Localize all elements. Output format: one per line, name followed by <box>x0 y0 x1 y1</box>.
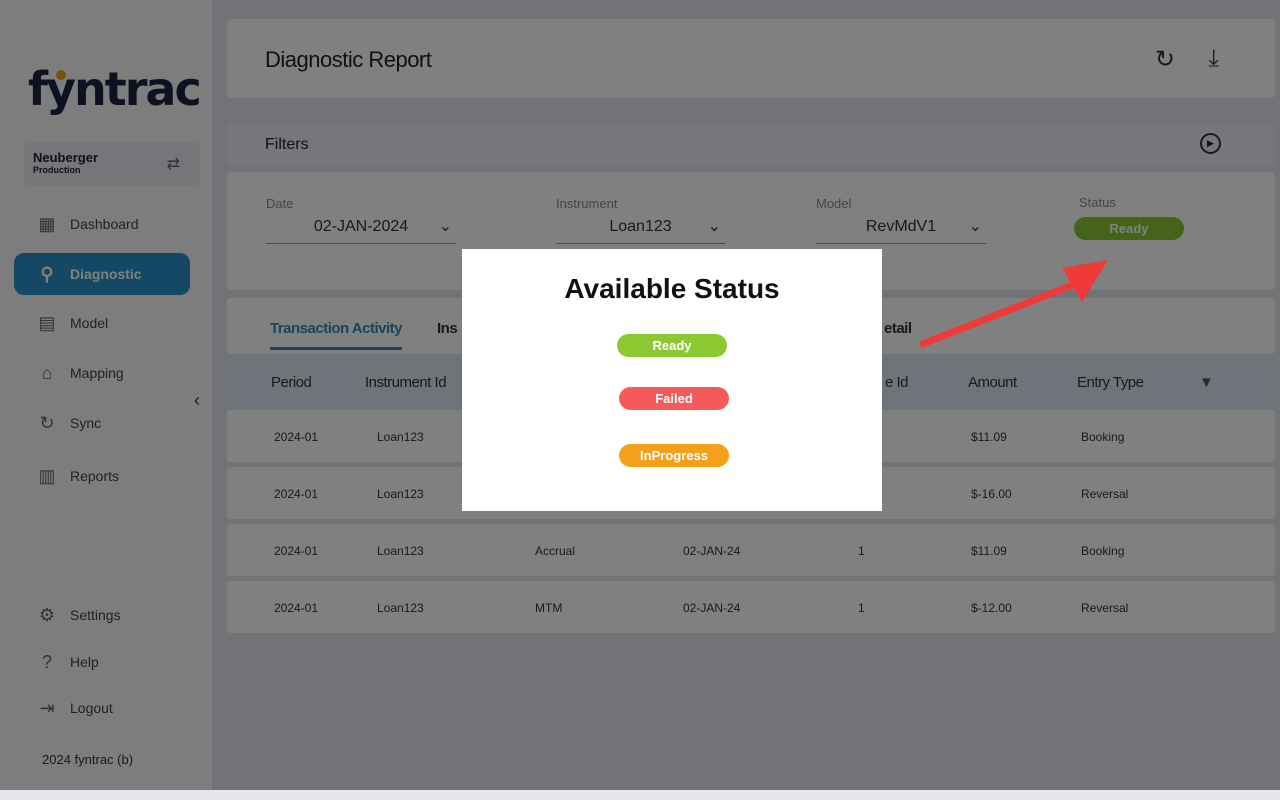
sidebar-item-logout[interactable]: ⇥ Logout <box>14 687 190 729</box>
cell-entry: Reversal <box>1081 601 1129 615</box>
cell-instrument: Loan123 <box>377 601 424 615</box>
cell-instrument: Loan123 <box>377 430 424 444</box>
refresh-icon[interactable]: ↻ <box>1155 45 1175 74</box>
cell-id: 1 <box>858 544 865 558</box>
cell-amount: $11.09 <box>971 544 1007 558</box>
status-badge: Ready <box>1074 217 1184 240</box>
nav-label: Settings <box>70 607 121 623</box>
cell-id: 1 <box>858 601 865 615</box>
nav-label: Dashboard <box>70 216 139 232</box>
cell-instrument: Loan123 <box>377 544 424 558</box>
grid-icon: ▦ <box>38 213 56 234</box>
cell-period: 2024-01 <box>274 487 319 501</box>
status-legend-modal: Available Status Ready Failed InProgress <box>462 249 882 511</box>
tab-detail[interactable]: etail <box>884 320 912 337</box>
sidebar-item-model[interactable]: ▤ Model <box>14 302 190 344</box>
chevron-down-icon: ⌄ <box>968 218 982 235</box>
filters-bar[interactable]: Filters ▶ <box>227 124 1275 165</box>
cell-period: 2024-01 <box>274 601 319 615</box>
cell-amount: $-12.00 <box>971 601 1012 615</box>
table-row[interactable]: 2024-01 Loan123 MTM 02-JAN-24 1 $-12.00 Revers… <box>227 581 1275 633</box>
brand-logo: fyntrac <box>28 62 202 116</box>
col-period[interactable]: Period <box>271 374 312 391</box>
sidebar: fyntrac Neuberger Production ⇄ ▦ Dashboar… <box>0 0 212 790</box>
col-id[interactable]: e Id <box>885 374 909 391</box>
sidebar-item-help[interactable]: ? Help <box>14 641 190 683</box>
copyright: 2024 fyntrac (b) <box>42 752 134 767</box>
status-inprogress: InProgress <box>619 444 729 467</box>
cell-entry: Booking <box>1081 544 1125 558</box>
instrument-label: Instrument <box>556 196 618 211</box>
download-icon[interactable]: ⤓ <box>1208 45 1219 73</box>
table-row[interactable]: 2024-01 Loan123 Accrual 02-JAN-24 1 $11.09 Boo… <box>227 524 1275 576</box>
header-card: Diagnostic Report ↻ ⤓ <box>227 19 1275 98</box>
model-label: Model <box>816 196 852 211</box>
cell-period: 2024-01 <box>274 430 319 444</box>
sidebar-item-sync[interactable]: ↻ Sync <box>14 402 190 444</box>
date-label: Date <box>266 196 294 211</box>
model-value: RevMdV1 <box>865 218 937 235</box>
tab-transaction-activity[interactable]: Transaction Activity <box>270 320 403 350</box>
status-failed: Failed <box>619 387 729 410</box>
arrow-annotation <box>918 260 1108 349</box>
book-icon: ▤ <box>38 312 56 333</box>
chevron-down-icon: ⌄ <box>707 218 721 235</box>
cell-period: 2024-01 <box>274 544 319 558</box>
model-select[interactable]: RevMdV1 ⌄ <box>816 216 986 244</box>
nav-label: Reports <box>70 468 120 484</box>
nav-label: Help <box>70 654 99 670</box>
cell-date: 02-JAN-24 <box>683 544 741 558</box>
sync-icon: ↻ <box>39 412 55 433</box>
cell-type: MTM <box>535 601 563 615</box>
instrument-value: Loan123 <box>609 218 672 235</box>
modal-title: Available Status <box>564 273 780 304</box>
col-entry-type[interactable]: Entry Type <box>1077 374 1144 391</box>
org-switcher[interactable]: Neuberger Production ⇄ <box>24 142 200 186</box>
collapse-sidebar-icon[interactable]: ‹ <box>194 390 200 411</box>
swap-icon[interactable]: ⇄ <box>167 154 180 174</box>
nav-label: Diagnostic <box>70 266 142 282</box>
sidebar-item-dashboard[interactable]: ▦ Dashboard <box>14 203 190 245</box>
nav-label: Mapping <box>70 365 124 381</box>
status-ready: Ready <box>617 334 727 357</box>
cell-amount: $-16.00 <box>971 487 1012 501</box>
tab-instrument[interactable]: Ins <box>437 320 458 337</box>
sidebar-item-mapping[interactable]: ⌂ Mapping <box>14 352 190 394</box>
report-icon: ▥ <box>38 465 56 486</box>
gear-icon: ⚙ <box>38 604 56 625</box>
nav-label: Sync <box>70 415 102 431</box>
sidebar-item-settings[interactable]: ⚙ Settings <box>14 594 190 636</box>
nav-label: Logout <box>70 700 113 716</box>
col-amount[interactable]: Amount <box>968 374 1017 391</box>
date-value: 02-JAN-2024 <box>313 218 409 235</box>
cell-entry: Booking <box>1081 430 1125 444</box>
search-icon: ⚲ <box>40 263 54 284</box>
cell-amount: $11.09 <box>971 430 1007 444</box>
instrument-select[interactable]: Loan123 ⌄ <box>556 216 725 244</box>
play-icon[interactable]: ▶ <box>1200 133 1221 154</box>
chevron-down-icon: ⌄ <box>438 218 452 235</box>
filter-icon[interactable]: ▼ <box>1199 374 1214 391</box>
cell-instrument: Loan123 <box>377 487 424 501</box>
cell-entry: Reversal <box>1081 487 1129 501</box>
nav-label: Model <box>70 315 109 331</box>
help-icon: ? <box>41 651 52 672</box>
date-select[interactable]: 02-JAN-2024 ⌄ <box>266 216 456 244</box>
filters-label: Filters <box>265 136 309 153</box>
sidebar-item-reports[interactable]: ▥ Reports <box>14 455 190 497</box>
col-instrument-id[interactable]: Instrument Id <box>365 374 447 391</box>
cell-type: Accrual <box>535 544 576 558</box>
cell-date: 02-JAN-24 <box>683 601 741 615</box>
status-label: Status <box>1079 195 1116 210</box>
sidebar-item-diagnostic[interactable]: ⚲ Diagnostic <box>14 253 190 295</box>
logout-icon: ⇥ <box>39 697 55 718</box>
page-title: Diagnostic Report <box>265 47 432 72</box>
warehouse-icon: ⌂ <box>41 362 53 383</box>
